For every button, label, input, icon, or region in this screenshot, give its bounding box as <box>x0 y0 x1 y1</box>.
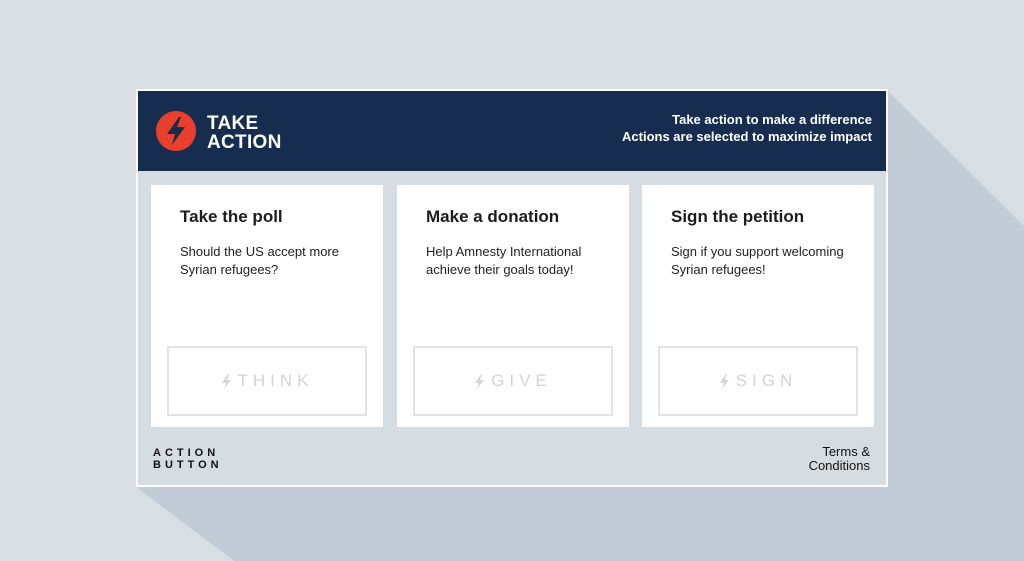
tagline-line-2: Actions are selected to maximize impact <box>622 129 872 144</box>
card-title: Sign the petition <box>671 207 805 226</box>
brand-logo-text: TAKE ACTION <box>207 114 282 152</box>
card-title: Take the poll <box>180 207 283 226</box>
action-button-logo: ACTION BUTTON <box>153 447 223 471</box>
give-button[interactable]: GIVE <box>413 346 613 416</box>
tagline-line-1: Take action to make a difference <box>672 112 872 127</box>
card-make-donation: Make a donation Help Amnesty Internation… <box>397 185 629 427</box>
header-tagline: Take action to make a difference Actions… <box>622 111 872 145</box>
action-button-logo-line-1: ACTION <box>153 447 220 459</box>
widget-header: TAKE ACTION Take action to make a differ… <box>138 91 886 171</box>
button-label: GIVE <box>491 371 552 390</box>
card-sign-petition: Sign the petition Sign if you support we… <box>642 185 874 427</box>
action-button-logo-line-2: BUTTON <box>153 459 223 471</box>
button-label: THINK <box>237 371 314 390</box>
lightning-bolt-icon <box>221 373 231 389</box>
sign-button[interactable]: SIGN <box>658 346 858 416</box>
lightning-bolt-icon <box>156 111 196 151</box>
terms-line-2: Conditions <box>808 458 870 473</box>
lightning-bolt-icon <box>475 373 485 389</box>
terms-and-conditions-link[interactable]: Terms & Conditions <box>809 445 870 473</box>
terms-line-1: Terms & <box>822 444 870 459</box>
card-title: Make a donation <box>426 207 560 226</box>
brand-line-2: ACTION <box>207 132 282 153</box>
card-description: Should the US accept more Syrian refugee… <box>180 244 339 277</box>
brand-line-1: TAKE <box>207 113 259 134</box>
think-button[interactable]: THINK <box>167 346 367 416</box>
lightning-bolt-icon <box>719 373 729 389</box>
card-description: Help Amnesty International achieve their… <box>426 244 582 277</box>
card-description: Sign if you support welcoming Syrian ref… <box>671 244 844 277</box>
action-widget: TAKE ACTION Take action to make a differ… <box>136 89 888 487</box>
button-label: SIGN <box>735 371 798 390</box>
card-take-poll: Take the poll Should the US accept more … <box>151 185 383 427</box>
